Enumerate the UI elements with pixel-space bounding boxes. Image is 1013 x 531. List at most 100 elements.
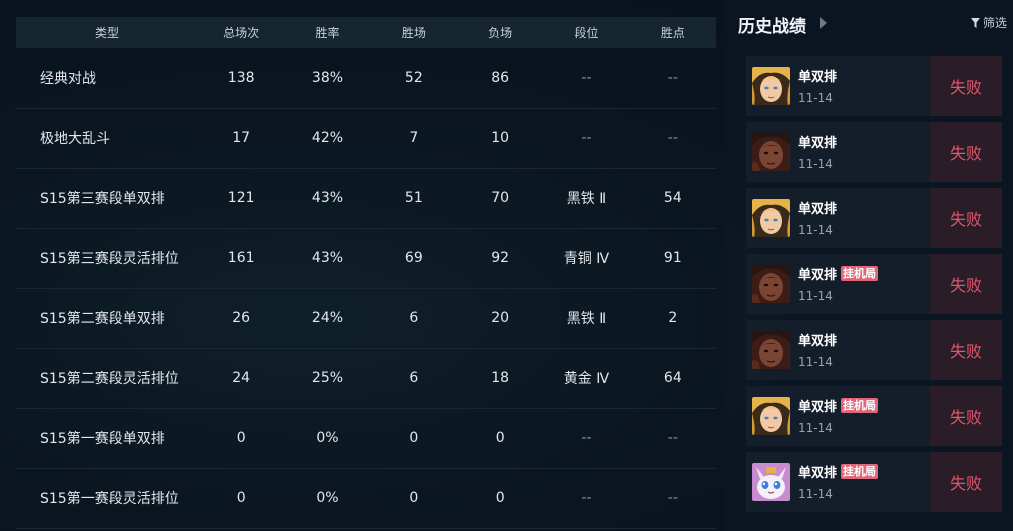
match-date: 11-14 [798, 487, 833, 501]
afk-badge: 挂机局 [841, 266, 879, 281]
match-mode-label: 单双排 [798, 400, 838, 415]
history-panel: 历史战绩 筛选 单双排 11-14 失败 单双排 11-14 失败 单双排 11-14 失败 单双… [726, 0, 1013, 531]
match-card[interactable]: 单双排 挂机局 11-14 失败 [746, 452, 1002, 512]
cell-type: S15第二赛段灵活排位 [40, 371, 179, 387]
afk-badge: 挂机局 [841, 464, 879, 479]
cell-rank: -- [581, 490, 592, 506]
cell-losses: 92 [491, 250, 510, 266]
champion-avatar-blonde [752, 199, 790, 237]
history-title[interactable]: 历史战绩 [738, 12, 806, 37]
cell-lp: 2 [668, 310, 678, 326]
cell-total: 161 [227, 250, 255, 266]
afk-badge: 挂机局 [841, 398, 879, 413]
match-mode-label: 单双排 [798, 202, 838, 217]
match-card[interactable]: 单双排 11-14 失败 [746, 188, 1002, 248]
cell-winrate: 38% [311, 69, 344, 86]
match-card[interactable]: 单双排 挂机局 11-14 失败 [746, 386, 1002, 446]
match-mode: 单双排 挂机局 [798, 462, 879, 481]
cell-total: 0 [236, 490, 246, 506]
column-header-lp: 胜点 [660, 26, 685, 40]
cell-losses: 10 [491, 130, 510, 146]
cell-lp: -- [667, 430, 678, 446]
champion-avatar-yuumi [752, 463, 790, 501]
table-row: S15第一赛段灵活排位 0 0% 0 0 -- -- [16, 468, 716, 528]
chevron-right-icon[interactable] [820, 17, 827, 29]
column-header-type: 类型 [94, 26, 119, 40]
column-header-rank: 段位 [574, 26, 599, 40]
match-date: 11-14 [798, 421, 833, 435]
match-result: 失败 [930, 188, 1002, 248]
match-mode: 单双排 [798, 198, 837, 217]
match-result: 失败 [930, 386, 1002, 446]
cell-type: S15第二赛段单双排 [40, 311, 165, 327]
table-row: S15第二赛段灵活排位 24 25% 6 18 黄金 Ⅳ 64 [16, 348, 716, 408]
match-mode: 单双排 挂机局 [798, 396, 879, 415]
filter-icon [970, 17, 980, 28]
cell-lp: -- [667, 130, 678, 146]
cell-type: S15第一赛段灵活排位 [40, 491, 179, 507]
cell-rank: 黑铁 Ⅱ [566, 311, 607, 327]
cell-rank: 黑铁 Ⅱ [566, 191, 607, 207]
cell-type: S15第一赛段单双排 [40, 431, 165, 447]
cell-winrate: 43% [311, 250, 344, 266]
cell-total: 17 [232, 130, 251, 146]
cell-winrate: 25% [311, 370, 344, 386]
cell-losses: 0 [495, 430, 505, 446]
match-card[interactable]: 单双排 11-14 失败 [746, 320, 1002, 380]
match-date: 11-14 [798, 289, 833, 303]
match-mode: 单双排 挂机局 [798, 264, 879, 283]
match-result: 失败 [930, 254, 1002, 314]
stats-panel: 类型 总场次 胜率 胜场 负场 段位 胜点 经典对战 138 38% 52 86 -- --… [0, 0, 726, 531]
match-date: 11-14 [798, 355, 833, 369]
cell-winrate: 42% [311, 130, 344, 146]
table-row: 经典对战 138 38% 52 86 -- -- [16, 48, 716, 108]
cell-winrate: 0% [316, 430, 339, 446]
champion-avatar-dark [752, 331, 790, 369]
table-row: S15第一赛段单双排 0 0% 0 0 -- -- [16, 408, 716, 468]
cell-losses: 20 [491, 310, 510, 326]
filter-label: 筛选 [982, 16, 1007, 30]
match-mode-label: 单双排 [798, 268, 838, 283]
match-card[interactable]: 单双排 11-14 失败 [746, 122, 1002, 182]
match-date: 11-14 [798, 157, 833, 171]
match-mode: 单双排 [798, 330, 837, 349]
column-header-total: 总场次 [223, 26, 260, 40]
champion-avatar-blonde [752, 397, 790, 435]
stats-table: 类型 总场次 胜率 胜场 负场 段位 胜点 经典对战 138 38% 52 86 -- --… [16, 17, 716, 529]
cell-lp: -- [667, 69, 678, 86]
cell-rank: 黄金 Ⅳ [563, 371, 610, 387]
table-row: S15第三赛段单双排 121 43% 51 70 黑铁 Ⅱ 54 [16, 168, 716, 228]
cell-wins: 7 [409, 130, 419, 146]
cell-total: 24 [232, 370, 251, 386]
champion-avatar-blonde [752, 67, 790, 105]
column-header-winrate: 胜率 [315, 26, 340, 40]
match-mode-label: 单双排 [798, 70, 838, 85]
match-mode: 单双排 [798, 66, 837, 85]
cell-wins: 6 [409, 310, 419, 326]
match-mode-label: 单双排 [798, 334, 838, 349]
match-date: 11-14 [798, 223, 833, 237]
cell-total: 26 [232, 310, 251, 326]
filter-button[interactable]: 筛选 [970, 14, 1007, 31]
match-list: 单双排 11-14 失败 单双排 11-14 失败 单双排 11-14 失败 单双排 挂机局 11-1… [746, 56, 1002, 518]
match-result: 失败 [930, 56, 1002, 116]
cell-wins: 69 [404, 250, 423, 266]
match-result: 失败 [930, 122, 1002, 182]
cell-wins: 0 [409, 430, 419, 446]
cell-wins: 6 [409, 370, 419, 386]
cell-rank: 青铜 Ⅳ [563, 251, 610, 267]
cell-losses: 0 [495, 490, 505, 506]
cell-lp: -- [667, 490, 678, 506]
cell-total: 121 [227, 190, 255, 206]
match-mode-label: 单双排 [798, 466, 838, 481]
cell-type: S15第三赛段灵活排位 [40, 251, 179, 267]
champion-avatar-dark [752, 265, 790, 303]
cell-rank: -- [581, 69, 592, 86]
cell-lp: 54 [663, 190, 682, 206]
cell-type: 极地大乱斗 [40, 131, 110, 147]
table-row: 极地大乱斗 17 42% 7 10 -- -- [16, 108, 716, 168]
match-card[interactable]: 单双排 挂机局 11-14 失败 [746, 254, 1002, 314]
match-card[interactable]: 单双排 11-14 失败 [746, 56, 1002, 116]
champion-avatar-dark [752, 133, 790, 171]
cell-winrate: 24% [311, 310, 344, 326]
